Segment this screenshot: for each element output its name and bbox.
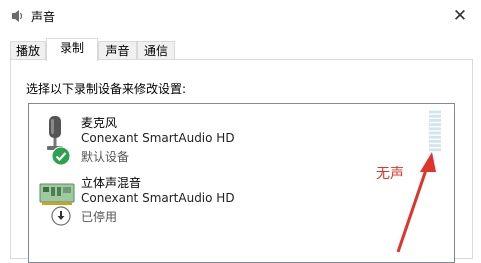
device-name: 麦克风 [81,116,118,130]
tab-playback[interactable]: 播放 [10,41,46,60]
device-name: 立体声混音 [81,176,142,190]
annotation-arrow-icon [396,152,436,252]
tab-recording[interactable]: 录制 [46,38,98,61]
instruction-text: 选择以下录制设备来修改设置: [26,82,187,96]
window-title: 声音 [31,10,56,24]
device-status: 已停用 [81,210,118,224]
disabled-down-arrow-icon [51,206,71,226]
default-checkmark-icon [51,146,71,166]
close-button[interactable]: ✕ [446,4,474,28]
close-icon: ✕ [452,6,468,26]
device-driver: Conexant SmartAudio HD [81,191,235,205]
level-meter-segment [429,123,441,126]
speaker-icon [12,10,23,22]
title-bar: 声音 ✕ [0,0,481,32]
device-driver: Conexant SmartAudio HD [81,131,235,145]
level-meter [429,110,441,152]
level-meter-segment [429,114,441,118]
level-meter-segment [429,140,441,143]
level-meter-segment [429,127,441,131]
level-meter-segment [429,119,441,122]
level-meter-segment [429,144,441,147]
tab-sounds[interactable]: 声音 [98,41,137,60]
level-meter-segment [429,135,441,139]
device-status: 默认设备 [81,150,130,164]
level-meter-segment [429,110,441,114]
level-meter-segment [429,131,441,135]
tab-communications[interactable]: 通信 [137,41,175,60]
